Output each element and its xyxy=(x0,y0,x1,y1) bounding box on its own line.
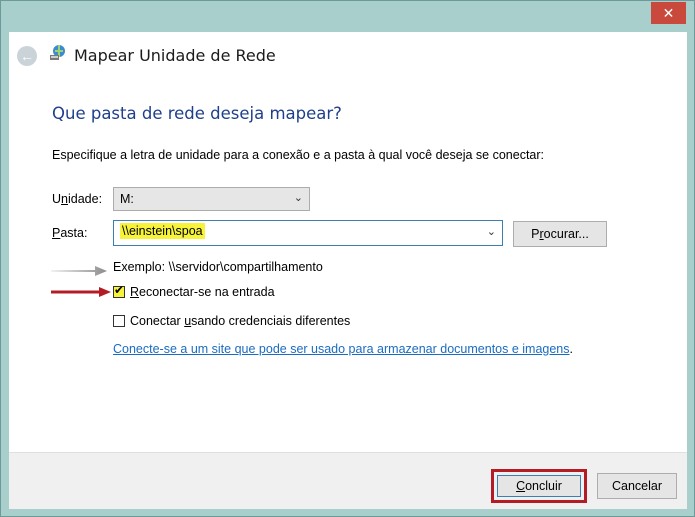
reconnect-label: Reconectar-se na entrada xyxy=(130,285,275,299)
drive-letter-value: M: xyxy=(120,192,134,206)
page-heading: Que pasta de rede deseja mapear? xyxy=(52,104,342,123)
reconnect-checkbox[interactable] xyxy=(113,283,125,298)
credentials-label: Conectar usando credenciais diferentes xyxy=(130,314,351,328)
wizard-header: ← Mapear Unidade de Rede xyxy=(9,32,687,78)
drive-letter-select[interactable]: M: ⌄ xyxy=(113,187,310,211)
credentials-checkbox[interactable] xyxy=(113,315,125,327)
browse-button[interactable]: Procurar... xyxy=(513,221,607,247)
dialog-window: ✕ ← Mapear Unidade de Rede Que pasta de … xyxy=(0,0,695,517)
wizard-title: Mapear Unidade de Rede xyxy=(74,46,276,65)
path-example-text: Exemplo: \\servidor\compartilhamento xyxy=(113,260,323,274)
folder-path-input[interactable]: \\einstein\spoa ⌄ xyxy=(113,220,503,246)
chevron-down-icon: ⌄ xyxy=(293,192,303,204)
finish-highlight-box: Concluir xyxy=(491,469,587,503)
credentials-option[interactable]: Conectar usando credenciais diferentes xyxy=(113,314,350,328)
storage-site-link[interactable]: Conecte-se a um site que pode ser usado … xyxy=(113,342,573,356)
reconnect-option[interactable]: Reconectar-se na entrada xyxy=(113,283,275,299)
network-drive-icon xyxy=(50,45,65,60)
drive-label: Unidade: xyxy=(52,192,103,206)
instruction-text: Especifique a letra de unidade para a co… xyxy=(52,148,545,162)
folder-path-value: \\einstein\spoa xyxy=(120,223,205,239)
folder-label: Pasta: xyxy=(52,226,88,240)
chevron-down-icon[interactable]: ⌄ xyxy=(487,225,496,238)
close-button[interactable]: ✕ xyxy=(651,2,686,24)
wizard-content: ← Mapear Unidade de Rede Que pasta de re… xyxy=(9,32,687,509)
back-arrow-icon[interactable]: ← xyxy=(17,46,37,66)
finish-button[interactable]: Concluir xyxy=(497,475,581,497)
cancel-button[interactable]: Cancelar xyxy=(597,473,677,499)
gray-annotation-arrow xyxy=(51,266,107,276)
red-annotation-arrow xyxy=(51,287,111,297)
close-icon: ✕ xyxy=(662,5,675,21)
